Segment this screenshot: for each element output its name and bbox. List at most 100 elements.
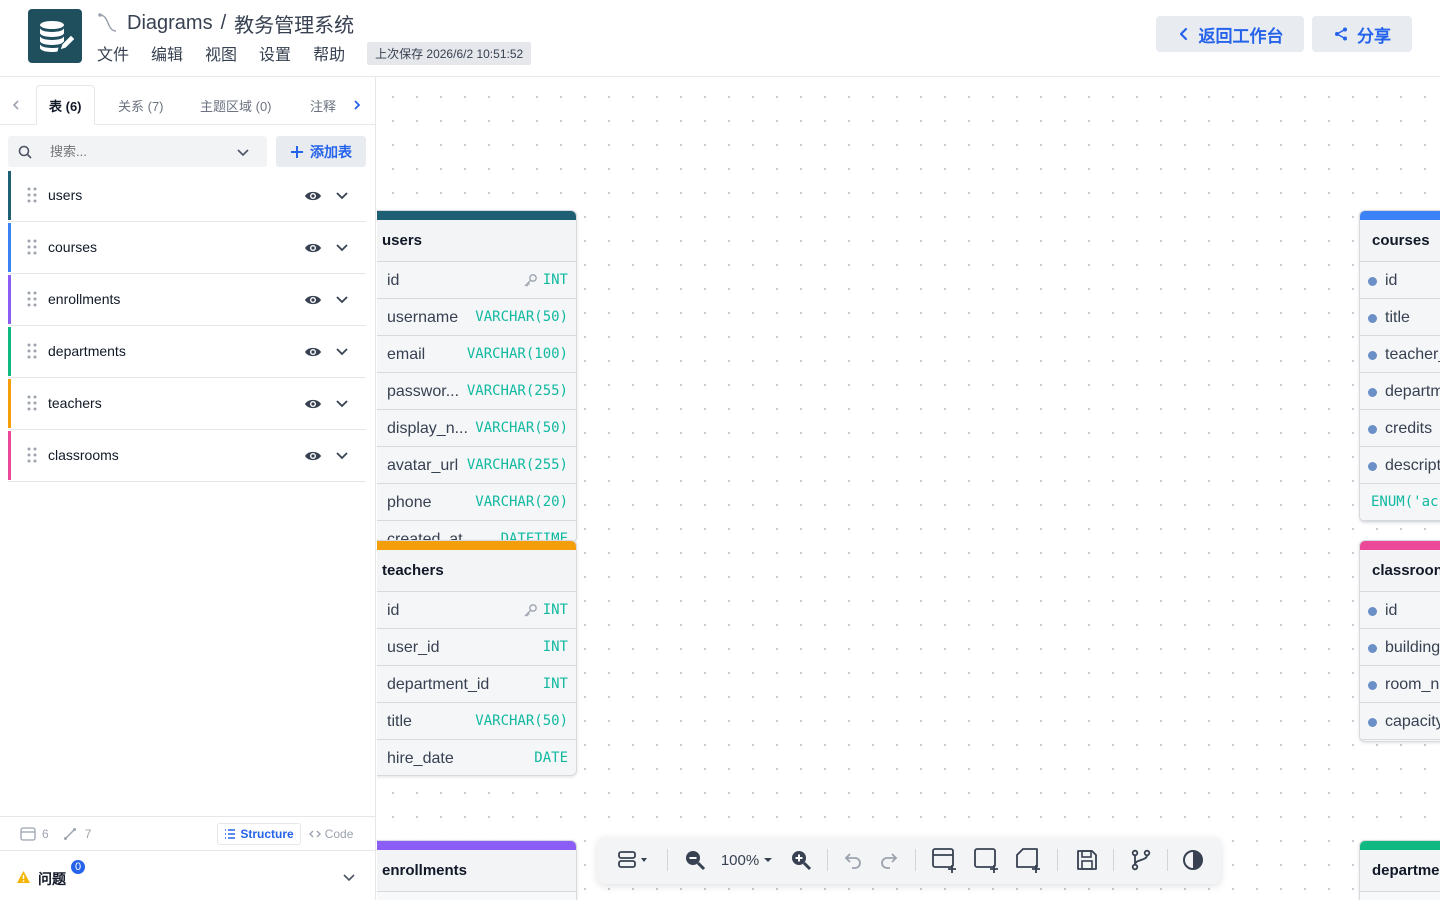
sidebar-table-item[interactable]: departments [8, 326, 366, 378]
drag-handle-icon[interactable] [26, 446, 38, 464]
table-field-row[interactable]: id [1360, 592, 1440, 629]
menu-settings[interactable]: 设置 [259, 41, 291, 65]
table-field-row[interactable]: building [1360, 629, 1440, 666]
table-field-row[interactable]: username VARCHAR(50) [377, 299, 576, 336]
sidebar-table-item[interactable]: courses [8, 222, 366, 274]
eye-icon[interactable] [304, 447, 322, 465]
save-button[interactable] [1075, 848, 1099, 872]
chevron-down-icon[interactable] [334, 239, 350, 255]
table-field-row[interactable]: teacher_ [1360, 336, 1440, 373]
add-table-tool-button[interactable] [931, 848, 959, 873]
undo-button[interactable] [841, 848, 865, 872]
diagram-title[interactable]: 教务管理系统 [234, 9, 354, 38]
eye-icon[interactable] [304, 291, 322, 309]
diagram-table-classroon[interactable]: classroon id building room_n capacity [1359, 540, 1440, 742]
field-handle-dot[interactable] [1368, 462, 1377, 471]
sidebar-table-item[interactable]: teachers [8, 378, 366, 430]
table-field-row[interactable]: title [1360, 299, 1440, 336]
table-field-row[interactable]: display_n... VARCHAR(50) [377, 410, 576, 447]
tabs-scroll-right-icon[interactable] [347, 95, 367, 115]
drag-handle-icon[interactable] [26, 342, 38, 360]
table-field-row[interactable]: capacity [1360, 703, 1440, 740]
table-field-row[interactable]: avatar_url VARCHAR(255) [377, 447, 576, 484]
chevron-down-icon[interactable] [334, 291, 350, 307]
tab-relationships[interactable]: 关系 (7) [106, 85, 176, 125]
field-handle-dot[interactable] [1368, 425, 1377, 434]
tabs-scroll-left-icon[interactable] [6, 95, 26, 115]
table-header[interactable]: departme [1360, 850, 1440, 892]
table-field-row[interactable]: room_n [1360, 666, 1440, 703]
breadcrumb-root[interactable]: Diagrams [127, 12, 213, 35]
chevron-down-icon[interactable] [334, 343, 350, 359]
back-to-workspace-button[interactable]: 返回工作台 [1156, 16, 1304, 52]
chevron-down-icon[interactable] [334, 395, 350, 411]
diagram-table-teachers[interactable]: teachers id INT user_id INT department_i… [377, 540, 577, 776]
field-handle-dot[interactable] [1368, 314, 1377, 323]
drag-handle-icon[interactable] [26, 394, 38, 412]
chevron-down-icon[interactable] [334, 447, 350, 463]
tab-subject-areas[interactable]: 主题区域 (0) [188, 85, 284, 125]
issues-panel[interactable]: 问题 0 [0, 850, 376, 900]
table-field-row[interactable]: descript [1360, 447, 1440, 484]
table-field-row[interactable]: id INT [377, 592, 576, 629]
eye-icon[interactable] [304, 343, 322, 361]
table-field-row[interactable]: department_id INT [377, 666, 576, 703]
eye-icon[interactable] [304, 187, 322, 205]
theme-toggle-button[interactable] [1181, 848, 1205, 872]
chevron-down-icon[interactable] [334, 187, 350, 203]
sidebar-table-item[interactable]: users [8, 170, 366, 222]
table-field-row[interactable]: ENUM('ac [1360, 484, 1440, 521]
menu-help[interactable]: 帮助 [313, 41, 345, 65]
zoom-out-button[interactable] [683, 848, 707, 872]
redo-button[interactable] [877, 848, 901, 872]
structure-view-button[interactable]: Structure [217, 822, 301, 845]
field-handle-dot[interactable] [1368, 644, 1377, 653]
sidebar-table-item[interactable]: enrollments [8, 274, 366, 326]
table-field-row[interactable]: passwor... VARCHAR(255) [377, 373, 576, 410]
tab-tables[interactable]: 表 (6) [36, 85, 95, 125]
sidebar-table-item[interactable]: classrooms [8, 430, 366, 482]
chevron-down-icon[interactable] [236, 145, 250, 159]
add-area-tool-button[interactable] [973, 848, 1001, 873]
chevron-down-icon[interactable] [342, 870, 356, 884]
drag-handle-icon[interactable] [26, 238, 38, 256]
table-field-row[interactable]: phone VARCHAR(20) [377, 484, 576, 521]
zoom-level-dropdown[interactable]: 100% [717, 848, 777, 872]
field-handle-dot[interactable] [1368, 388, 1377, 397]
add-note-tool-button[interactable] [1015, 848, 1043, 873]
field-handle-dot[interactable] [1368, 718, 1377, 727]
table-header[interactable]: users [377, 220, 576, 262]
menu-view[interactable]: 视图 [205, 41, 237, 65]
menu-file[interactable]: 文件 [97, 41, 129, 65]
table-field-row[interactable]: title VARCHAR(50) [377, 703, 576, 740]
table-field-row[interactable]: email VARCHAR(100) [377, 336, 576, 373]
table-field-row[interactable]: id INT [377, 262, 576, 299]
search-input[interactable] [50, 144, 230, 159]
table-field-row[interactable]: hire_date DATE [377, 740, 576, 775]
field-handle-dot[interactable] [1368, 681, 1377, 690]
diagram-table-departme[interactable]: departme [1359, 840, 1440, 900]
app-logo[interactable] [28, 9, 82, 63]
drag-handle-icon[interactable] [26, 290, 38, 308]
diagram-canvas[interactable]: users id INT username VARCHAR(50) email … [377, 77, 1440, 900]
field-handle-dot[interactable] [1368, 607, 1377, 616]
table-search[interactable] [8, 136, 267, 167]
code-view-button[interactable]: Code [308, 827, 353, 841]
table-header[interactable]: teachers [377, 550, 576, 592]
eye-icon[interactable] [304, 239, 322, 257]
diagram-table-users[interactable]: users id INT username VARCHAR(50) email … [377, 210, 577, 543]
share-button[interactable]: 分享 [1312, 16, 1412, 52]
layout-menu-button[interactable] [615, 848, 651, 872]
eye-icon[interactable] [304, 395, 322, 413]
zoom-in-button[interactable] [789, 848, 813, 872]
table-header[interactable]: classroon [1360, 550, 1440, 592]
add-table-button[interactable]: 添加表 [276, 136, 366, 167]
table-field-row[interactable]: credits [1360, 410, 1440, 447]
table-field-row[interactable]: departm [1360, 373, 1440, 410]
diagram-table-enrollments[interactable]: enrollments [377, 840, 577, 900]
diagram-table-courses[interactable]: courses id title teacher_ departm credit… [1359, 210, 1440, 522]
table-header[interactable]: courses [1360, 220, 1440, 262]
version-history-button[interactable] [1129, 848, 1153, 872]
table-field-row[interactable]: id [1360, 262, 1440, 299]
tab-notes[interactable]: 注释 [298, 85, 348, 125]
